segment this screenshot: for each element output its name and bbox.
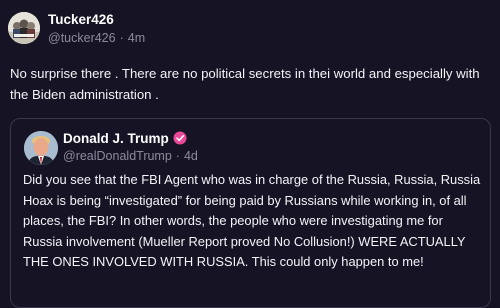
quoted-author-meta: @realDonaldTrump · 4d (63, 149, 198, 164)
meta-separator: · (119, 31, 124, 45)
quoted-post-text: Did you see that the FBI Agent who was i… (23, 172, 481, 269)
avatar-image (8, 12, 40, 44)
verified-badge-icon (173, 131, 187, 145)
quoted-author-handle[interactable]: @realDonaldTrump (63, 149, 172, 163)
post: Tucker426 @tucker426 · 4m No surprise ther… (0, 0, 500, 308)
author-avatar[interactable] (8, 12, 40, 44)
author-name[interactable]: Tucker426 (48, 12, 114, 28)
quoted-author-avatar[interactable] (24, 131, 58, 165)
post-time[interactable]: 4m (128, 31, 145, 45)
quoted-avatar-image (24, 131, 58, 165)
quoted-post-card[interactable]: Donald J. Trump @realDonaldTrump · 4d Did … (10, 118, 491, 308)
quoted-author-name-row: Donald J. Trump (63, 131, 187, 147)
post-text: No surprise there . There are no politic… (10, 66, 480, 102)
author-handle[interactable]: @tucker426 (48, 31, 116, 45)
quoted-meta-separator: · (175, 149, 180, 163)
quoted-post-time[interactable]: 4d (184, 149, 198, 163)
quoted-author-name[interactable]: Donald J. Trump (63, 131, 169, 146)
author-meta: @tucker426 · 4m (48, 31, 145, 46)
